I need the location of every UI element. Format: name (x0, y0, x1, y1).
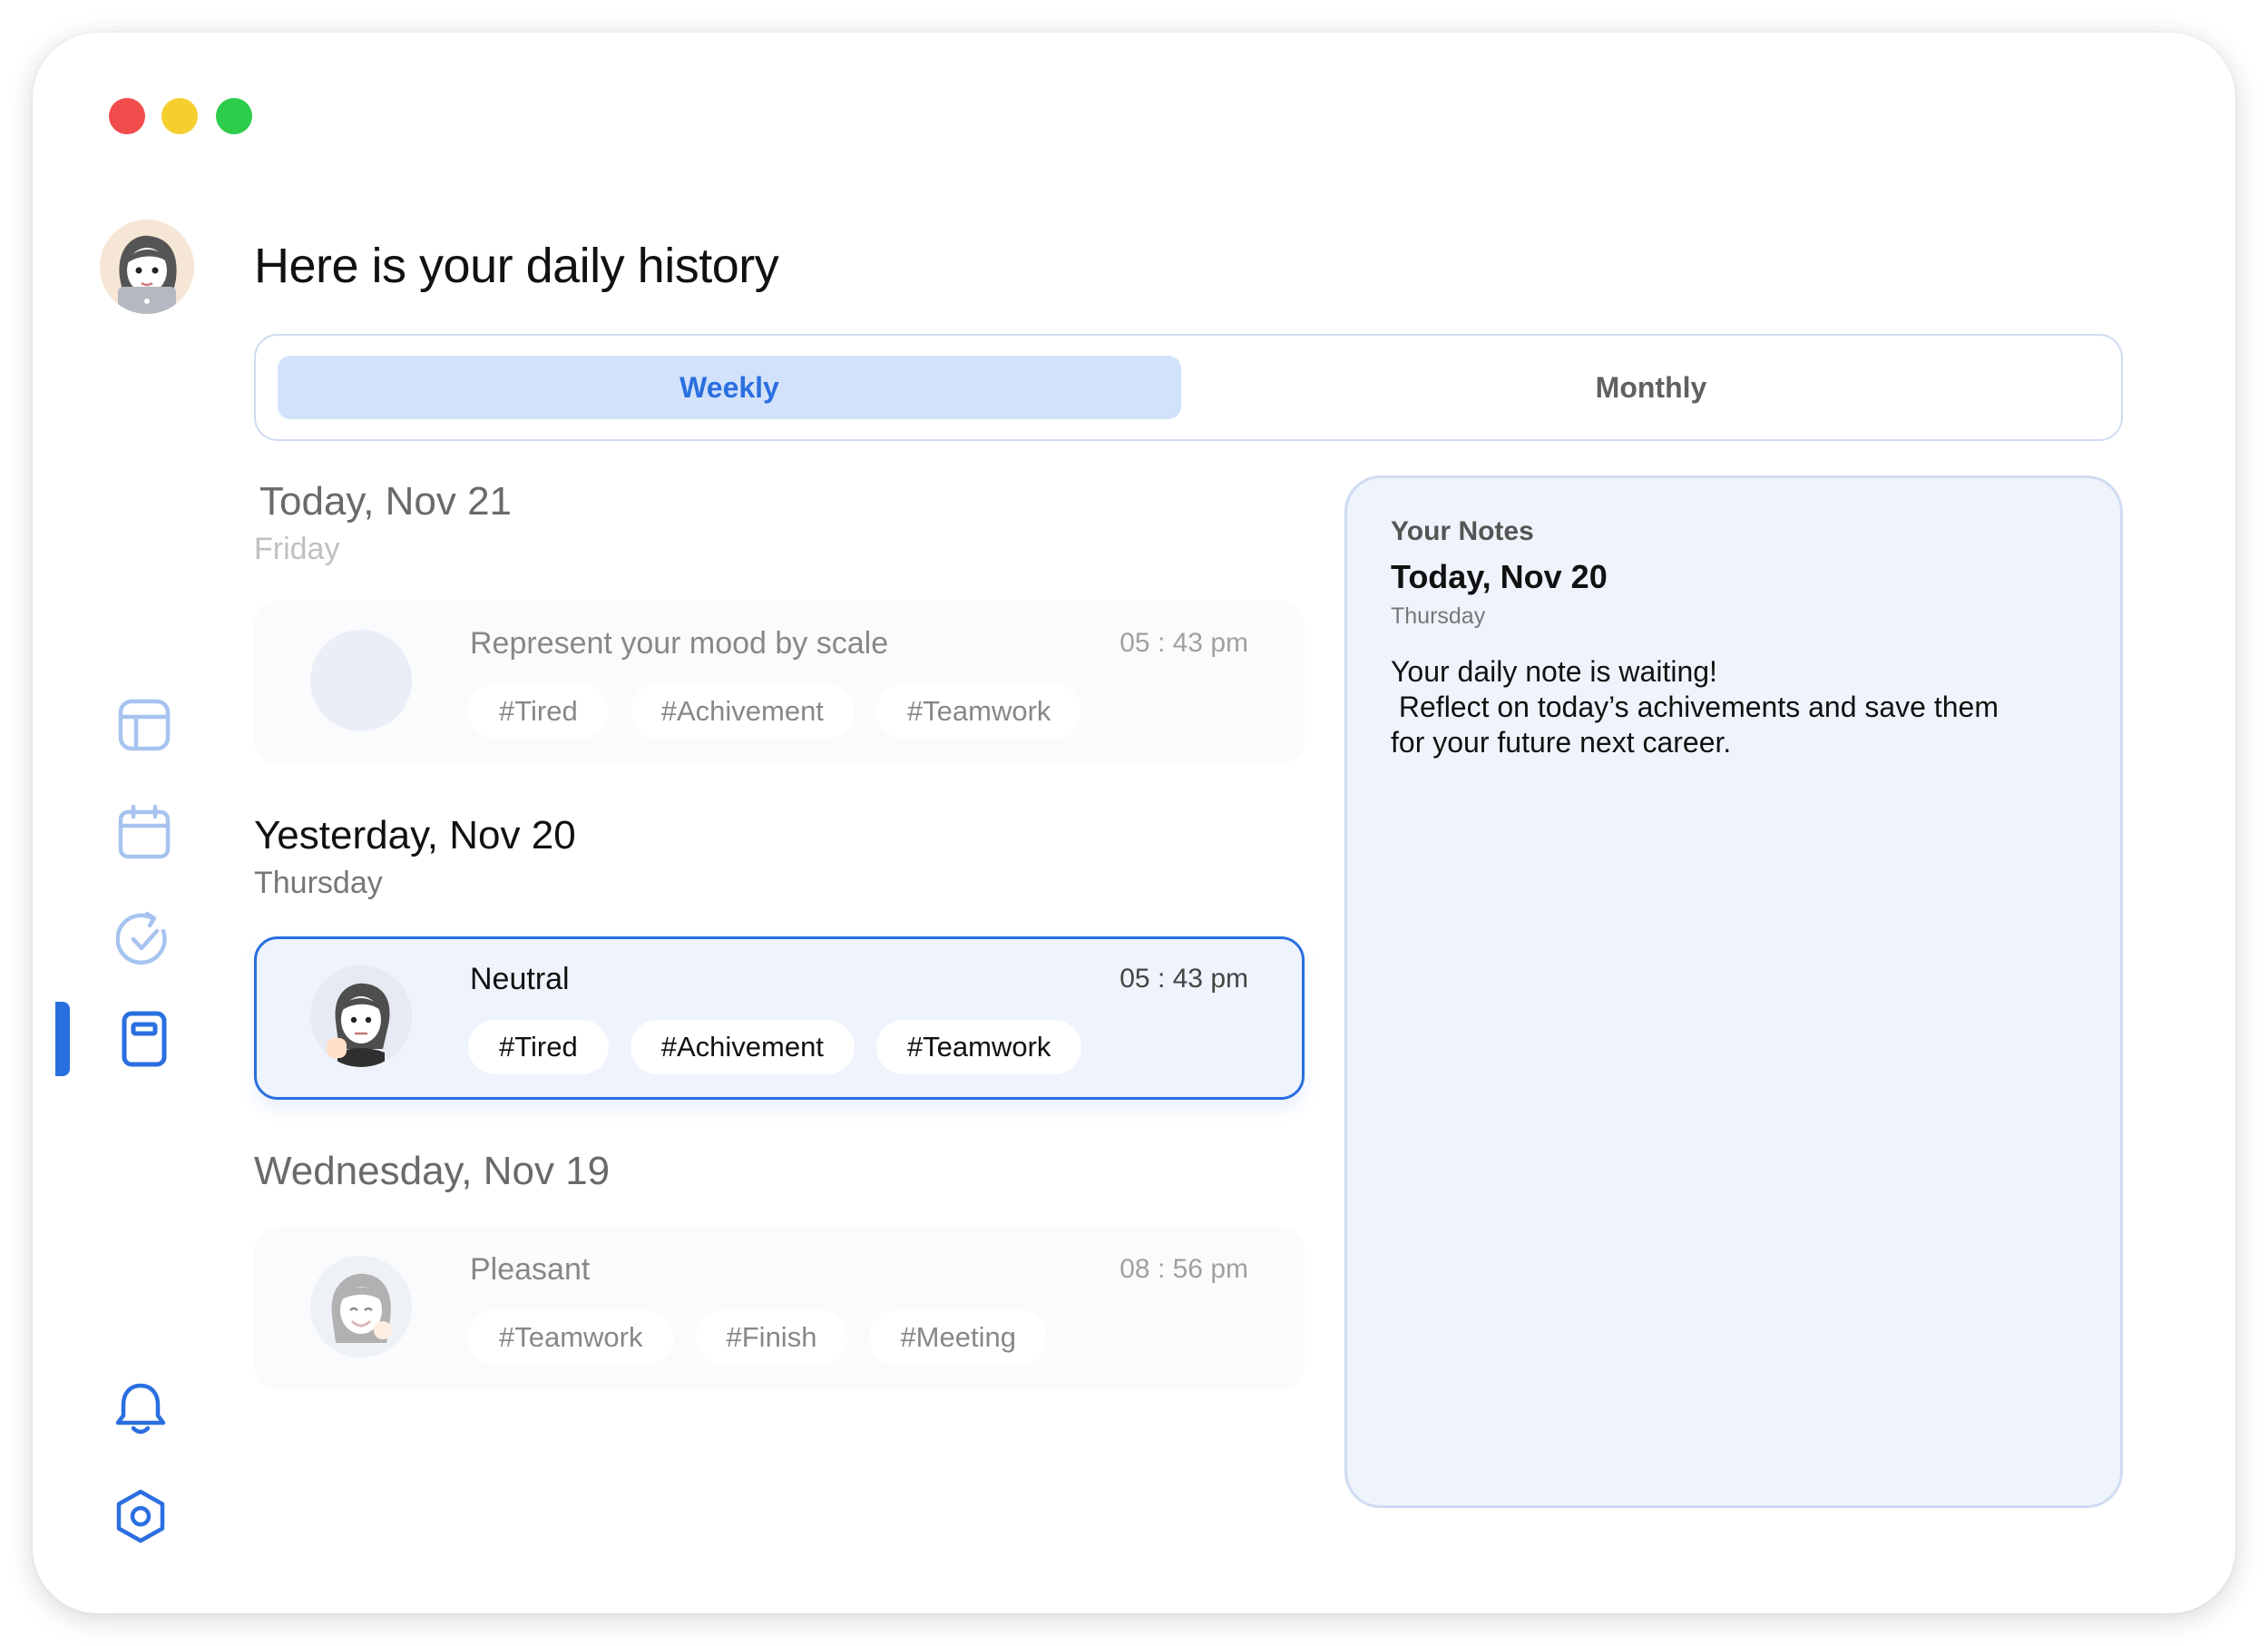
tag-list: #Teamwork #Finish #Meeting (468, 1310, 1047, 1365)
tab-weekly[interactable]: Weekly (278, 356, 1181, 419)
tab-monthly[interactable]: Monthly (1199, 356, 2103, 419)
notes-line: Reflect on today’s achivements and save … (1391, 691, 1999, 723)
notes-date: Today, Nov 20 (1391, 558, 1608, 595)
day-title: Yesterday, Nov 20 (254, 813, 576, 857)
settings-icon[interactable] (112, 1488, 169, 1544)
tag-list: #Tired #Achivement #Teamwork (468, 684, 1082, 739)
minimize-window-button[interactable] (161, 98, 198, 134)
user-avatar[interactable] (100, 220, 194, 314)
mood-avatar (310, 965, 412, 1067)
tag-list: #Tired #Achivement #Teamwork (468, 1020, 1082, 1074)
notes-label: Your Notes (1391, 516, 1534, 546)
tag-chip[interactable]: #Achivement (630, 684, 855, 739)
day-title: Today, Nov 21 (259, 479, 513, 524)
tag-chip[interactable]: #Teamwork (875, 684, 1082, 739)
notes-line: Your daily note is waiting! (1391, 655, 1717, 688)
day-subtitle: Thursday (254, 866, 383, 900)
active-nav-indicator (55, 1002, 70, 1076)
page-title: Here is your daily history (254, 239, 779, 293)
mood-entry-card-selected[interactable]: Neutral 05 : 43 pm #Tired #Achivement #T… (254, 936, 1305, 1100)
notes-line: for your future next career. (1391, 726, 1732, 759)
bell-icon[interactable] (112, 1381, 169, 1437)
dashboard-icon[interactable] (116, 697, 172, 753)
tag-chip[interactable]: #Meeting (869, 1310, 1047, 1365)
mood-entry-card[interactable]: Represent your mood by scale 05 : 43 pm … (254, 601, 1305, 764)
entry-time: 05 : 43 pm (1119, 964, 1248, 994)
tag-chip[interactable]: #Achivement (630, 1020, 855, 1074)
mood-label: Represent your mood by scale (470, 626, 889, 661)
day-title: Wednesday, Nov 19 (254, 1149, 611, 1193)
notes-day: Thursday (1391, 603, 1486, 629)
notes-panel[interactable]: Your Notes Today, Nov 20 Thursday Your d… (1344, 475, 2123, 1508)
close-window-button[interactable] (109, 98, 145, 134)
tag-chip[interactable]: #Tired (468, 1020, 609, 1074)
tag-chip[interactable]: #Teamwork (875, 1020, 1082, 1074)
task-check-icon[interactable] (115, 911, 172, 967)
tag-chip[interactable]: #Tired (468, 684, 609, 739)
entry-time: 08 : 56 pm (1119, 1254, 1248, 1284)
maximize-window-button[interactable] (216, 98, 252, 134)
period-tabs: Weekly Monthly (254, 334, 2123, 441)
mood-avatar (310, 1256, 412, 1357)
tag-chip[interactable]: #Finish (695, 1310, 848, 1365)
calendar-icon[interactable] (116, 804, 172, 860)
entry-time: 05 : 43 pm (1119, 628, 1248, 658)
mood-label: Pleasant (470, 1252, 591, 1287)
mood-placeholder-avatar (310, 630, 412, 731)
journal-icon[interactable] (116, 1011, 172, 1067)
mood-label: Neutral (470, 962, 570, 996)
mood-entry-card[interactable]: Pleasant 08 : 56 pm #Teamwork #Finish #M… (254, 1227, 1305, 1390)
day-subtitle: Friday (254, 532, 340, 566)
notes-text[interactable]: Your daily note is waiting! Reflect on t… (1391, 654, 2080, 760)
tag-chip[interactable]: #Teamwork (468, 1310, 674, 1365)
